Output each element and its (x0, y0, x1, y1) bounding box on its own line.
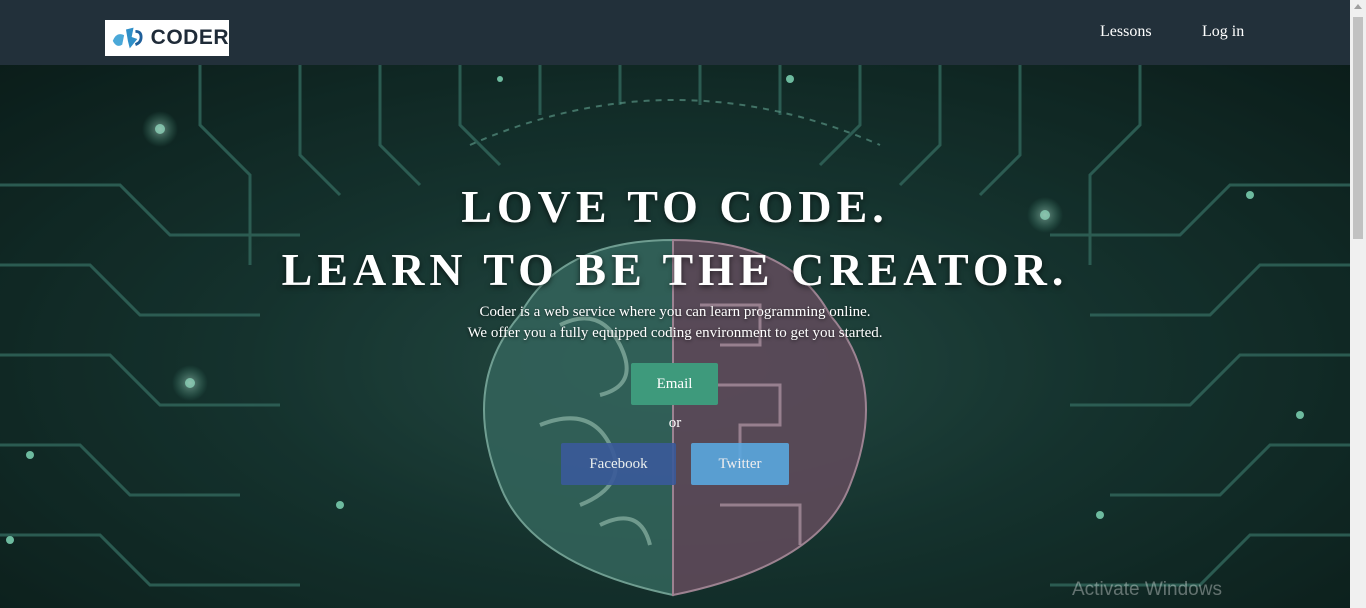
activate-windows-watermark: Activate Windows (1072, 579, 1222, 600)
hero-subtext-line-2: We offer you a fully equipped coding env… (467, 325, 883, 341)
facebook-signup-button[interactable]: Facebook (561, 443, 676, 485)
coder-logo-icon (112, 27, 143, 49)
top-navbar: CODER Lessons Log in (0, 0, 1350, 65)
hero-headline-line-2: LEARN TO BE THE CREATOR. (281, 244, 1069, 295)
brand-logo[interactable]: CODER (105, 20, 229, 56)
or-separator: or (668, 415, 682, 431)
hero-headline-line-1: LOVE TO CODE. (461, 181, 889, 232)
twitter-signup-button[interactable]: Twitter (691, 443, 789, 485)
hero-section: LOVE TO CODE. LEARN TO BE THE CREATOR. C… (0, 65, 1350, 608)
page-scrollbar[interactable] (1350, 0, 1366, 608)
email-signup-button[interactable]: Email (631, 363, 718, 405)
scroll-up-arrow-icon[interactable] (1354, 4, 1362, 9)
scrollbar-thumb[interactable] (1353, 17, 1363, 239)
nav-login-link[interactable]: Log in (1202, 23, 1244, 41)
nav-lessons-link[interactable]: Lessons (1100, 23, 1152, 41)
brand-name: CODER (150, 26, 229, 49)
hero-subtext-line-1: Coder is a web service where you can lea… (479, 304, 871, 320)
